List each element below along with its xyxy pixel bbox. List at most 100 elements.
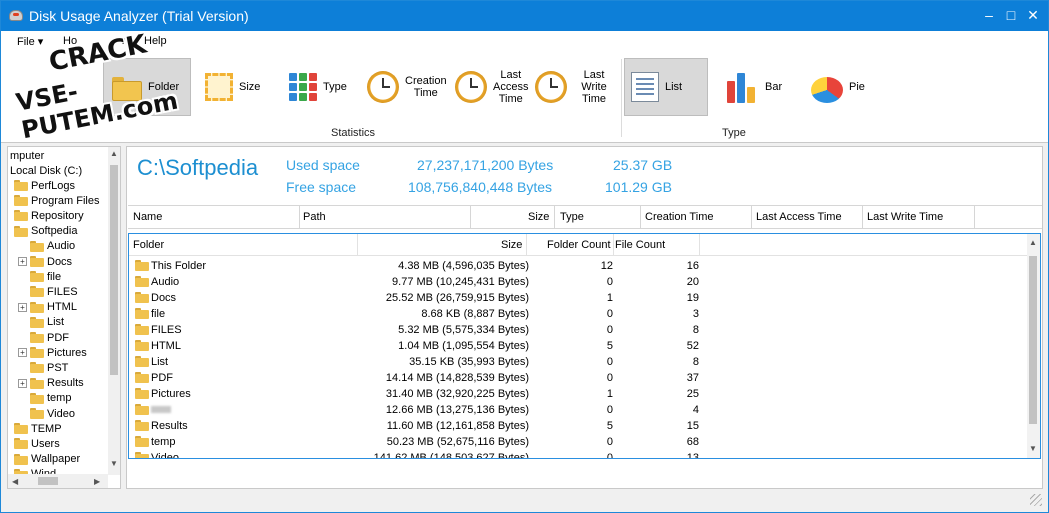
tree-item[interactable]: temp <box>18 391 71 406</box>
statistics-last-access-time-button[interactable]: Last Access Time <box>449 58 529 116</box>
tree-item[interactable]: + Results <box>18 376 84 391</box>
resize-grip-icon[interactable] <box>1030 494 1042 506</box>
table-row[interactable]: List 35.15 KB (35,993 Bytes) 0 8 <box>129 354 1029 370</box>
column-separator[interactable] <box>974 206 975 229</box>
tree-item[interactable]: Audio <box>18 239 75 254</box>
column-name[interactable]: Name <box>133 211 162 223</box>
expand-toggle-icon[interactable]: + <box>18 348 27 358</box>
last-access-line2: Access <box>493 81 529 93</box>
tree-local-disk[interactable]: Local Disk (C:) <box>10 163 82 178</box>
column-last-write-time[interactable]: Last Write Time <box>867 211 943 223</box>
row-folder-count: 0 <box>606 308 613 320</box>
row-folder-count: 5 <box>606 340 613 352</box>
tree-item[interactable]: Program Files <box>14 193 99 208</box>
tree-hscroll-thumb[interactable] <box>38 477 58 485</box>
table-row[interactable]: Audio 9.77 MB (10,245,431 Bytes) 0 20 <box>129 274 1029 290</box>
column-separator[interactable] <box>640 206 641 229</box>
tree-item[interactable]: PST <box>18 360 68 375</box>
tree-item[interactable]: FILES <box>18 284 78 299</box>
grid-column-file-count[interactable]: File Count <box>615 239 665 251</box>
tree-item[interactable]: file <box>18 269 61 284</box>
tree-item[interactable]: + Docs <box>18 254 72 269</box>
folder-grid[interactable]: Folder Size Folder Count File Count This… <box>128 233 1041 459</box>
column-last-access-time[interactable]: Last Access Time <box>756 211 842 223</box>
tree-horizontal-scrollbar[interactable]: ◀ ▶ <box>8 474 108 488</box>
column-path[interactable]: Path <box>303 211 326 223</box>
tree-computer[interactable]: mputer <box>10 148 44 163</box>
tree-item[interactable]: + HTML <box>18 300 77 315</box>
type-list-button[interactable]: List <box>624 58 708 116</box>
column-separator[interactable] <box>299 206 300 229</box>
expand-toggle-icon[interactable]: + <box>18 302 27 312</box>
table-row[interactable]: Docs 25.52 MB (26,759,915 Bytes) 1 19 <box>129 290 1029 306</box>
scroll-up-arrow-icon[interactable]: ▲ <box>1029 238 1037 247</box>
grid-column-folder-count[interactable]: Folder Count <box>547 239 611 251</box>
column-size[interactable]: Size <box>528 211 549 223</box>
column-separator[interactable] <box>862 206 863 229</box>
tree-item[interactable]: + Pictures <box>18 345 87 360</box>
grid-column-size[interactable]: Size <box>501 239 522 251</box>
table-row[interactable]: Pictures 31.40 MB (32,920,225 Bytes) 1 25 <box>129 386 1029 402</box>
column-separator[interactable] <box>470 206 471 229</box>
table-row[interactable]: HTML 1.04 MB (1,095,554 Bytes) 5 52 <box>129 338 1029 354</box>
table-row[interactable]: Video 141.62 MB (148,503,627 Bytes) 0 13 <box>129 450 1029 458</box>
table-row[interactable]: Results 11.60 MB (12,161,858 Bytes) 5 15 <box>129 418 1029 434</box>
table-row[interactable]: This Folder 4.38 MB (4,596,035 Bytes) 12 16 <box>129 258 1029 274</box>
row-file-count: 20 <box>686 276 699 288</box>
column-separator[interactable] <box>526 234 527 256</box>
folder-tree[interactable]: mputer Local Disk (C:) PerfLogs Program F… <box>7 146 121 489</box>
statistics-type-button[interactable]: Type <box>283 58 353 116</box>
folder-icon <box>30 332 44 343</box>
expand-toggle-icon[interactable]: + <box>18 378 27 388</box>
folder-icon <box>14 195 28 207</box>
tree-item[interactable]: PDF <box>18 330 69 345</box>
table-row[interactable]: PDF 14.14 MB (14,828,539 Bytes) 0 37 <box>129 370 1029 386</box>
column-separator[interactable] <box>357 234 358 256</box>
tree-item[interactable]: List <box>18 315 64 330</box>
tree-item[interactable]: Video <box>18 406 75 421</box>
column-separator[interactable] <box>751 206 752 229</box>
statistics-size-button[interactable]: Size <box>199 58 269 116</box>
table-row[interactable]: temp 50.23 MB (52,675,116 Bytes) 0 68 <box>129 434 1029 450</box>
tree-vertical-scrollbar[interactable]: ▲ ▼ <box>108 147 120 475</box>
tree-item[interactable]: TEMP <box>14 421 62 436</box>
scroll-left-arrow-icon[interactable]: ◀ <box>12 477 18 486</box>
grid-scroll-thumb[interactable] <box>1029 256 1037 424</box>
column-type[interactable]: Type <box>560 211 584 223</box>
tree-item[interactable]: Repository <box>14 208 84 223</box>
table-row[interactable]: FILES 5.32 MB (5,575,334 Bytes) 0 8 <box>129 322 1029 338</box>
scroll-down-arrow-icon[interactable]: ▼ <box>1029 444 1037 453</box>
scroll-down-arrow-icon[interactable]: ▼ <box>110 459 118 468</box>
column-separator[interactable] <box>554 206 555 229</box>
row-folder-count: 12 <box>600 260 613 272</box>
maximize-button[interactable]: □ <box>1000 5 1022 25</box>
statistics-last-write-time-button[interactable]: Last Write Time <box>529 58 621 116</box>
type-pie-button[interactable]: Pie <box>805 58 875 116</box>
column-separator[interactable] <box>613 234 614 256</box>
grid-vertical-scrollbar[interactable]: ▲ ▼ <box>1027 234 1040 458</box>
used-space-label: Used space <box>286 157 360 173</box>
tree-item[interactable]: Wallpaper <box>14 452 80 467</box>
tree-scroll-thumb[interactable] <box>110 165 118 375</box>
grid-column-folder[interactable]: Folder <box>133 239 164 251</box>
scroll-up-arrow-icon[interactable]: ▲ <box>110 149 118 158</box>
tree-item-label: Users <box>31 437 60 450</box>
expand-toggle-icon[interactable]: + <box>18 257 27 266</box>
tree-item-label: HTML <box>47 301 77 314</box>
column-separator[interactable] <box>699 234 700 256</box>
row-size: 50.23 MB (52,675,116 Bytes) <box>386 436 529 448</box>
statistics-creation-time-button[interactable]: Creation Time <box>361 58 447 116</box>
tree-item[interactable]: Users <box>14 436 60 451</box>
tree-item[interactable]: PerfLogs <box>14 178 75 193</box>
close-button[interactable]: ✕ <box>1022 5 1044 25</box>
table-row[interactable]: file 8.68 KB (8,887 Bytes) 0 3 <box>129 306 1029 322</box>
tree-item-label: List <box>47 316 65 329</box>
table-row[interactable]: 12.66 MB (13,275,136 Bytes) 0 4 <box>129 402 1029 418</box>
type-button-label: Type <box>323 81 347 93</box>
tree-item-label: Docs <box>47 255 73 268</box>
scroll-right-arrow-icon[interactable]: ▶ <box>94 477 100 486</box>
minimize-button[interactable]: – <box>978 5 1000 25</box>
type-bar-button[interactable]: Bar <box>721 58 791 116</box>
tree-item[interactable]: Softpedia <box>14 224 77 239</box>
column-creation-time[interactable]: Creation Time <box>645 211 713 223</box>
